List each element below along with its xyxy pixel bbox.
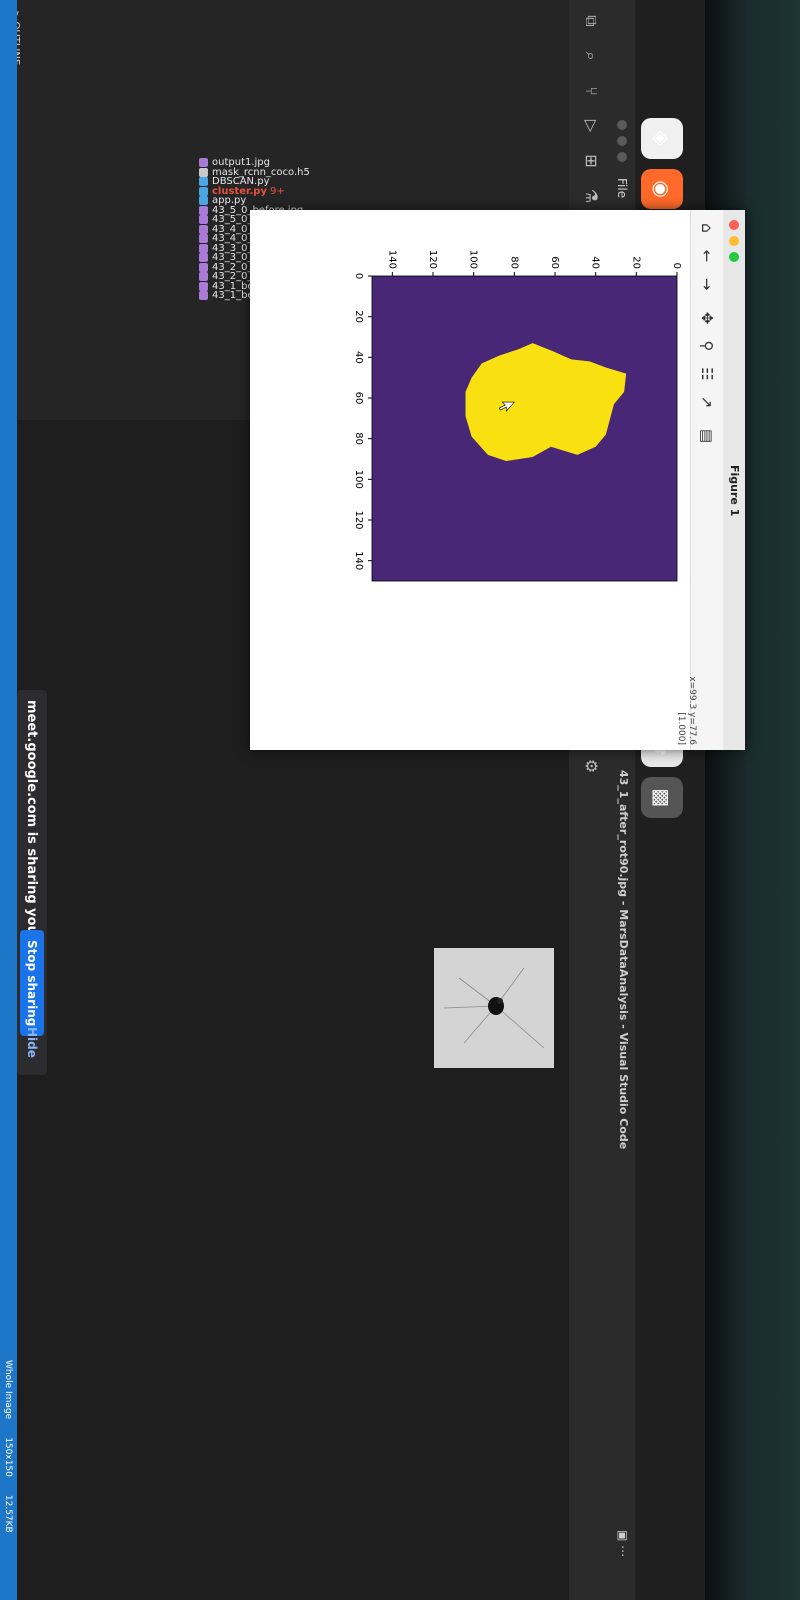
y-tick-label: 80 <box>508 256 519 269</box>
y-tick-label: 0 <box>671 263 682 269</box>
figure-title: Figure 1 <box>728 465 741 517</box>
explorer-item-label: output1.jpg <box>212 157 270 168</box>
x-tick-label: 60 <box>353 392 364 405</box>
status-item[interactable]: Whole Image <box>4 1360 14 1419</box>
image-preview <box>434 948 554 1068</box>
pan-icon[interactable]: ✥ <box>697 308 717 328</box>
x-tick-label: 40 <box>353 351 364 364</box>
x-tick-label: 120 <box>353 510 364 529</box>
image-file-icon <box>199 224 208 233</box>
y-tick-label: 40 <box>590 256 601 269</box>
x-tick-label: 80 <box>353 432 364 445</box>
source-control-icon[interactable]: ⑂ <box>579 80 601 102</box>
figure-titlebar: Figure 1 <box>723 210 745 750</box>
x-tick-label: 100 <box>353 470 364 489</box>
explorer-item[interactable]: output1.jpg <box>199 157 270 168</box>
explorer-item-label: cluster.py <box>212 185 267 197</box>
status-item[interactable]: 12.57KB <box>4 1495 14 1533</box>
menu-file[interactable]: File <box>615 178 629 198</box>
back-arrow-icon[interactable]: ← <box>697 246 717 266</box>
x-tick-label: 0 <box>353 273 364 279</box>
image-file-icon <box>199 205 208 214</box>
figure-toolbar: ⌂ ← → ✥ ⚲ ☷ ↗ ▤ x=99.3 y=77.6 [1.000] <box>676 210 723 750</box>
figure-zoom-button[interactable] <box>729 252 739 262</box>
figure-window: Figure 1 ⌂ ← → ✥ ⚲ ☷ ↗ ▤ x=99.3 y=77.6 [… <box>250 210 745 750</box>
figure-close-button[interactable] <box>729 220 739 230</box>
image-file-icon <box>199 262 208 271</box>
image-file-icon <box>199 157 208 167</box>
explorer-item-label: mask_rcnn_coco.h5 <box>212 166 310 178</box>
x-tick-label: 20 <box>353 310 364 323</box>
finder-icon[interactable]: ▩ <box>641 777 683 819</box>
save-icon[interactable]: ▤ <box>697 426 717 446</box>
firefox-icon[interactable]: ◉ <box>641 168 683 210</box>
close-button[interactable] <box>617 120 627 130</box>
explorer-icon[interactable]: ⧉ <box>579 10 601 32</box>
y-tick-label: 20 <box>630 256 641 269</box>
run-debug-icon[interactable]: ▷ <box>579 115 601 137</box>
screen-share-banner: meet.google.com is sharing your screen. … <box>17 690 47 1075</box>
python-file-icon <box>199 186 208 195</box>
image-file-icon <box>199 243 208 252</box>
configure-subplots-icon[interactable]: ☷ <box>697 364 717 384</box>
explorer-item[interactable]: cluster.py 9+ <box>199 186 285 197</box>
window-controls[interactable] <box>617 120 627 162</box>
status-items: Whole Image 150x150 12.57KB <box>4 1360 14 1533</box>
image-file-icon <box>199 281 208 290</box>
figure-minimize-button[interactable] <box>729 236 739 246</box>
testing-icon[interactable]: ⚗ <box>579 185 601 207</box>
y-tick-label: 60 <box>549 256 560 269</box>
screen-photo: ◈◉O◆▮◎▤◍✕▣▢◆✿▩ FileEditSelectionViewGoRu… <box>0 0 800 1600</box>
vscode-icon[interactable]: ◈ <box>641 118 683 159</box>
y-tick-label: 140 <box>386 250 397 269</box>
problem-count-badge: 9+ <box>266 185 285 197</box>
y-tick-label: 120 <box>427 250 438 269</box>
layout-toggle-icon[interactable]: ▣ ⋯ <box>616 1530 630 1557</box>
status-item[interactable]: 150x150 <box>4 1437 14 1477</box>
settings-gear-icon[interactable]: ⚙ <box>579 755 601 777</box>
extensions-icon[interactable]: ⊞ <box>579 150 601 172</box>
home-icon[interactable]: ⌂ <box>697 218 717 238</box>
status-bar: Whole Image 150x150 12.57KB <box>0 0 17 1600</box>
edit-axis-icon[interactable]: ↗ <box>697 392 717 412</box>
window-title: 43_1_after_rot90.jpg - MarsDataAnalysis … <box>617 770 630 1150</box>
forward-arrow-icon[interactable]: → <box>697 274 717 294</box>
zoom-button[interactable] <box>617 152 627 162</box>
minimize-button[interactable] <box>617 136 627 146</box>
file-icon <box>199 167 208 176</box>
x-tick-label: 140 <box>353 551 364 570</box>
hide-button[interactable]: Hide <box>20 1017 44 1068</box>
search-icon[interactable]: ⌕ <box>579 45 601 67</box>
explorer-item[interactable]: mask_rcnn_coco.h5 <box>199 167 310 178</box>
y-tick-label: 100 <box>468 250 479 269</box>
zoom-icon[interactable]: ⚲ <box>697 336 717 356</box>
heatmap-plot: 0 20 40 60 80 100 120 140 0 20 40 60 80 100 120 140 <box>353 250 682 582</box>
